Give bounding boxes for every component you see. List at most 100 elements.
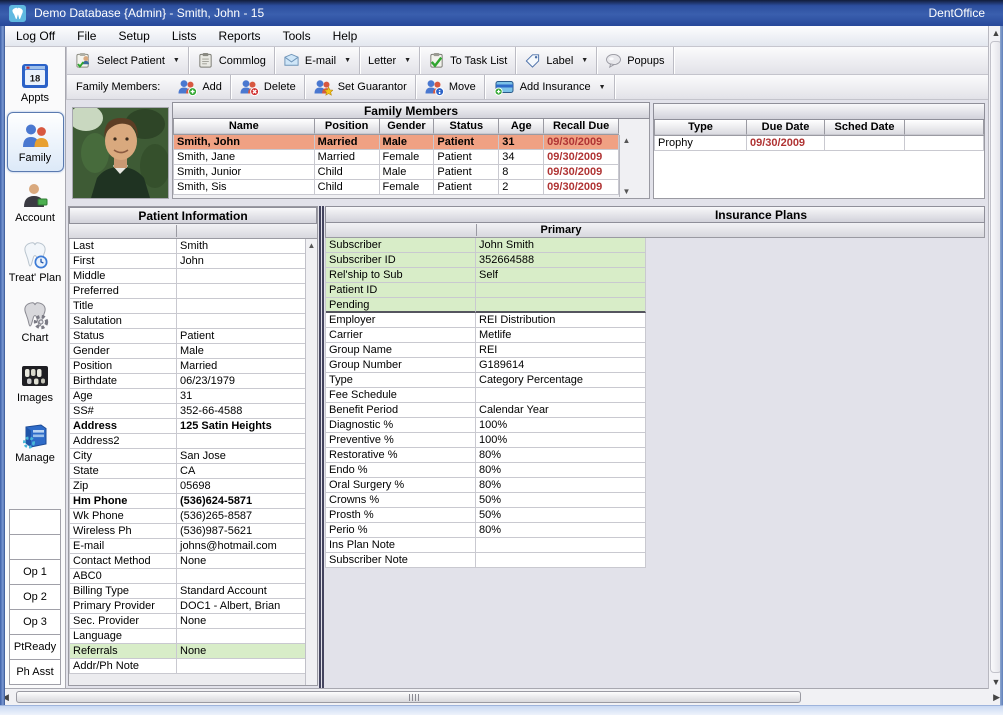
patient-info-row[interactable]: Position Married [69, 359, 306, 374]
menu-item[interactable]: File [66, 26, 107, 47]
insurance-row[interactable]: Carrier Metlife [325, 328, 646, 343]
patient-info-row[interactable]: Age 31 [69, 389, 306, 404]
set-guarantor-button[interactable]: Set Guarantor [305, 75, 416, 99]
horizontal-scroll-thumb[interactable] [16, 691, 801, 703]
insurance-row[interactable]: Patient ID [325, 283, 646, 298]
move-family-member-button[interactable]: Move [416, 75, 485, 99]
insurance-row[interactable]: Restorative % 80% [325, 448, 646, 463]
insurance-row[interactable]: Rel'ship to Sub Self [325, 268, 646, 283]
patient-info-row[interactable]: Address2 [69, 434, 306, 449]
insurance-row[interactable]: Diagnostic % 100% [325, 418, 646, 433]
patient-info-row[interactable]: Status Patient [69, 329, 306, 344]
scroll-up-icon[interactable]: ▲ [306, 239, 317, 250]
insurance-row[interactable]: Ins Plan Note [325, 538, 646, 553]
menu-item[interactable]: Reports [208, 26, 272, 47]
recall-row[interactable]: Prophy 09/30/2009 [654, 136, 984, 151]
sidebar-item-family[interactable]: Family [7, 112, 64, 172]
menu-item[interactable]: Help [322, 26, 369, 47]
patient-info-row[interactable]: Sec. Provider None [69, 614, 306, 629]
insurance-row[interactable]: Subscriber Note [325, 553, 646, 568]
menu-item[interactable]: Lists [161, 26, 208, 47]
delete-family-member-button[interactable]: Delete [231, 75, 305, 99]
patient-info-row[interactable]: Salutation [69, 314, 306, 329]
insurance-row[interactable]: Endo % 80% [325, 463, 646, 478]
patient-info-row[interactable]: Zip 05698 [69, 479, 306, 494]
patient-info-row[interactable]: Middle [69, 269, 306, 284]
sidebar-item-account[interactable]: Account [7, 172, 64, 232]
dropdown-arrow-icon[interactable]: ▼ [401, 57, 411, 64]
patient-info-row[interactable]: Referrals None [69, 644, 306, 659]
scroll-right-icon[interactable]: ▶ [993, 692, 1000, 703]
popups-button[interactable]: Popups [597, 47, 673, 74]
label-button[interactable]: Label ▼ [516, 47, 597, 74]
sidebar-item-chart[interactable]: Chart [7, 292, 64, 352]
family-member-row[interactable]: Smith, Jane Married Female Patient 34 09… [173, 150, 619, 165]
patient-info-row[interactable]: Preferred [69, 284, 306, 299]
family-member-row[interactable]: Smith, Junior Child Male Patient 8 09/30… [173, 165, 619, 180]
menu-item[interactable]: Tools [272, 26, 322, 47]
patient-info-row[interactable]: State CA [69, 464, 306, 479]
dropdown-arrow-icon[interactable]: ▼ [596, 84, 606, 91]
patient-info-row[interactable]: Hm Phone (536)624-5871 [69, 494, 306, 509]
operatory-button[interactable]: Op 2 [9, 584, 61, 610]
insurance-row[interactable]: Benefit Period Calendar Year [325, 403, 646, 418]
sidebar-item-treat-plan[interactable]: Treat' Plan [7, 232, 64, 292]
dropdown-arrow-icon[interactable]: ▼ [341, 57, 351, 64]
patient-info-row[interactable]: Billing Type Standard Account [69, 584, 306, 599]
patient-info-row[interactable]: Contact Method None [69, 554, 306, 569]
patient-info-row[interactable]: Wireless Ph (536)987-5621 [69, 524, 306, 539]
family-member-row[interactable]: Smith, Sis Child Female Patient 2 09/30/… [173, 180, 619, 195]
operatory-button[interactable]: PtReady [9, 634, 61, 660]
operatory-button[interactable]: Ph Asst [9, 659, 61, 685]
insurance-row[interactable]: Perio % 80% [325, 523, 646, 538]
patient-info-row[interactable]: Gender Male [69, 344, 306, 359]
insurance-row[interactable]: Oral Surgery % 80% [325, 478, 646, 493]
operatory-button[interactable] [9, 534, 61, 560]
sidebar-item-images[interactable]: Images [7, 352, 64, 412]
patient-info-row[interactable]: Wk Phone (536)265-8587 [69, 509, 306, 524]
insurance-row[interactable]: Group Number G189614 [325, 358, 646, 373]
commlog-button[interactable]: Commlog [189, 47, 275, 74]
operatory-button[interactable] [9, 509, 61, 535]
patient-info-row[interactable]: Address 125 Satin Heights [69, 419, 306, 434]
insurance-row[interactable]: Pending [325, 298, 646, 313]
patient-info-row[interactable]: E-mail johns@hotmail.com [69, 539, 306, 554]
patient-info-row[interactable]: Title [69, 299, 306, 314]
insurance-row[interactable]: Subscriber John Smith [325, 238, 646, 253]
add-family-member-button[interactable]: Add [169, 75, 231, 99]
to-task-list-button[interactable]: To Task List [420, 47, 516, 74]
insurance-row[interactable]: Employer REI Distribution [325, 313, 646, 328]
family-scrollbar[interactable]: ▲ ▼ [619, 135, 633, 197]
sidebar-item-appts[interactable]: 18 Appts [7, 52, 64, 112]
patient-info-row[interactable]: Birthdate 06/23/1979 [69, 374, 306, 389]
patient-info-row[interactable]: SS# 352-66-4588 [69, 404, 306, 419]
scroll-up-icon[interactable]: ▲ [620, 136, 633, 145]
patient-info-row[interactable]: City San Jose [69, 449, 306, 464]
patient-info-scrollbar[interactable]: ▲ [305, 239, 317, 685]
patient-info-row[interactable]: Last Smith [69, 239, 306, 254]
email-button[interactable]: E-mail ▼ [275, 47, 360, 74]
dropdown-arrow-icon[interactable]: ▼ [170, 57, 180, 64]
patient-info-row[interactable]: Primary Provider DOC1 - Albert, Brian [69, 599, 306, 614]
patient-info-row[interactable]: Addr/Ph Note [69, 659, 306, 674]
insurance-row[interactable]: Preventive % 100% [325, 433, 646, 448]
insurance-row[interactable]: Fee Schedule [325, 388, 646, 403]
patient-info-row[interactable]: First John [69, 254, 306, 269]
patient-info-row[interactable]: ABC0 [69, 569, 306, 584]
menu-item[interactable]: Setup [107, 26, 160, 47]
insurance-row[interactable]: Crowns % 50% [325, 493, 646, 508]
scroll-down-icon[interactable]: ▼ [620, 187, 633, 196]
menu-item[interactable]: Log Off [5, 26, 66, 47]
add-insurance-button[interactable]: Add Insurance ▼ [485, 75, 615, 99]
select-patient-button[interactable]: Select Patient ▼ [67, 47, 189, 74]
sidebar-item-manage[interactable]: Manage [7, 412, 64, 472]
operatory-button[interactable]: Op 1 [9, 559, 61, 585]
panel-splitter[interactable] [319, 206, 324, 688]
horizontal-scrollbar[interactable]: ◀ ▶ [0, 688, 1003, 705]
insurance-row[interactable]: Prosth % 50% [325, 508, 646, 523]
letter-button[interactable]: Letter ▼ [360, 47, 420, 74]
insurance-row[interactable]: Type Category Percentage [325, 373, 646, 388]
operatory-button[interactable]: Op 3 [9, 609, 61, 635]
patient-info-row[interactable]: Language [69, 629, 306, 644]
insurance-row[interactable]: Subscriber ID 352664588 [325, 253, 646, 268]
